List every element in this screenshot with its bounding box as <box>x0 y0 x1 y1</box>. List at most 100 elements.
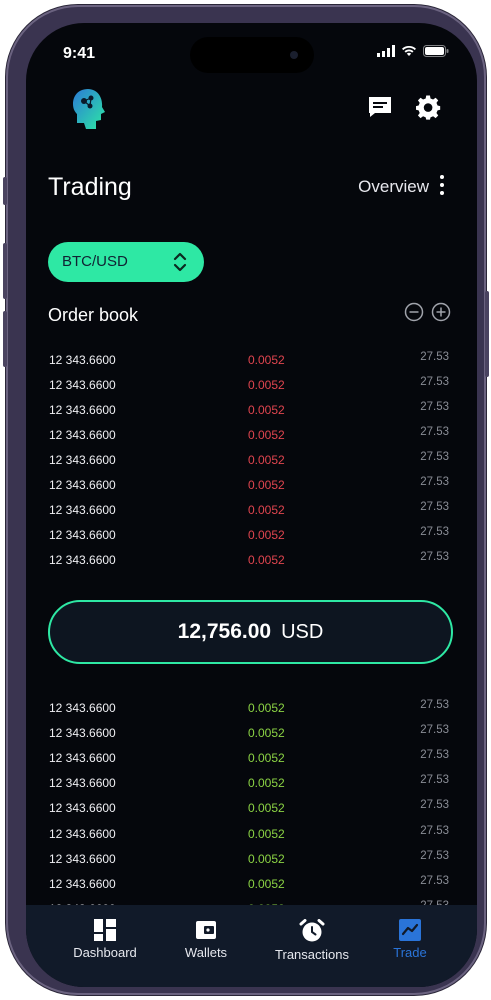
chevron-up-down-icon <box>173 252 187 272</box>
order-total: 27.53 <box>420 551 449 563</box>
overview-link[interactable]: Overview <box>358 177 429 197</box>
order-total: 27.53 <box>420 749 449 762</box>
alarm-clock-icon <box>299 919 325 942</box>
order-row[interactable]: 12 343.6600 0.0052 27.53 <box>26 774 477 796</box>
order-row[interactable]: 12 343.6600 0.0052 27.53 <box>26 825 477 847</box>
order-price: 12 343.6600 <box>49 776 116 791</box>
order-row[interactable]: 12 343.6600 0.0052 27.53 <box>26 401 477 423</box>
order-amount: 0.0052 <box>248 503 285 517</box>
order-price: 12 343.6600 <box>49 751 116 766</box>
page-title: Trading <box>48 173 132 201</box>
minus-circle-icon <box>404 302 424 322</box>
order-row[interactable]: 12 343.6600 0.0052 27.53 <box>26 749 477 771</box>
order-total: 27.53 <box>420 501 449 513</box>
bottom-tab-bar: Dashboard Wallets Transactions Trade <box>26 905 477 987</box>
tab-transactions[interactable]: Transactions <box>262 919 362 962</box>
order-price: 12 343.6600 <box>49 528 116 542</box>
order-amount: 0.0052 <box>248 428 285 442</box>
plus-circle-icon <box>431 302 451 322</box>
order-book-title: Order book <box>48 305 139 325</box>
order-amount: 0.0052 <box>248 528 285 542</box>
order-total: 27.53 <box>420 476 449 488</box>
order-total: 27.53 <box>420 849 449 862</box>
brand-logo[interactable] <box>70 87 108 136</box>
tab-trade[interactable]: Trade <box>360 919 460 960</box>
order-total: 27.53 <box>420 774 449 787</box>
order-total: 27.53 <box>420 351 449 363</box>
status-bar: 9:41 <box>26 23 477 79</box>
order-total: 27.53 <box>420 799 449 812</box>
dashboard-icon <box>94 919 116 941</box>
market-price-value: 12,756.00 <box>177 620 272 643</box>
order-price: 12 343.6600 <box>49 801 116 816</box>
market-price-button[interactable]: 12,756.00 USD <box>48 600 453 664</box>
order-amount: 0.0052 <box>248 876 285 891</box>
order-price: 12 343.6600 <box>49 453 116 467</box>
order-amount: 0.0052 <box>248 851 285 866</box>
mute-switch <box>3 177 7 205</box>
order-row[interactable]: 12 343.6600 0.0052 27.53 <box>26 451 477 473</box>
order-amount: 0.0052 <box>248 453 285 467</box>
order-price: 12 343.6600 <box>49 353 116 367</box>
order-row[interactable]: 12 343.6600 0.0052 27.53 <box>26 874 477 897</box>
volume-up-button <box>3 243 7 299</box>
order-amount: 0.0052 <box>248 776 285 791</box>
wifi-icon <box>402 45 416 56</box>
more-options-icon[interactable] <box>439 175 445 197</box>
tab-label: Trade <box>393 945 427 960</box>
order-row[interactable]: 12 343.6600 0.0052 27.53 <box>26 551 477 573</box>
order-amount: 0.0052 <box>248 801 285 816</box>
order-amount: 0.0052 <box>248 701 285 715</box>
order-amount: 0.0052 <box>248 553 285 567</box>
order-price: 12 343.6600 <box>49 478 116 492</box>
order-total: 27.53 <box>420 526 449 538</box>
status-icons <box>377 45 449 57</box>
order-amount: 0.0052 <box>248 353 285 367</box>
settings-button[interactable] <box>416 95 442 126</box>
order-price: 12 343.6600 <box>49 876 116 891</box>
order-price: 12 343.6600 <box>49 428 116 442</box>
market-price-currency: USD <box>281 620 324 643</box>
volume-down-button <box>3 311 7 367</box>
dynamic-island <box>190 37 314 73</box>
brain-head-logo-icon <box>73 89 105 129</box>
battery-icon <box>423 45 449 57</box>
order-price: 12 343.6600 <box>49 503 116 517</box>
order-row[interactable]: 12 343.6600 0.0052 27.53 <box>26 376 477 398</box>
phone-frame: 9:41 Trading Overview BTC/USD Order book… <box>3 5 489 995</box>
order-price: 12 343.6600 <box>49 826 116 841</box>
order-row[interactable]: 12 343.6600 0.0052 27.53 <box>26 724 477 746</box>
zoom-in-button[interactable] <box>431 302 451 322</box>
order-price: 12 343.6600 <box>49 403 116 417</box>
chat-button[interactable] <box>367 95 393 124</box>
order-row[interactable]: 12 343.6600 0.0052 27.53 <box>26 476 477 498</box>
trade-chart-icon <box>399 919 421 941</box>
tab-label: Wallets <box>184 945 228 960</box>
order-row[interactable]: 12 343.6600 0.0052 27.53 <box>26 501 477 523</box>
status-time: 9:41 <box>63 45 96 62</box>
order-price: 12 343.6600 <box>49 851 116 866</box>
order-price: 12 343.6600 <box>49 378 116 392</box>
pair-selector[interactable]: BTC/USD <box>48 242 204 282</box>
order-amount: 0.0052 <box>248 403 285 417</box>
order-row[interactable]: 12 343.6600 0.0052 27.53 <box>26 526 477 548</box>
order-amount: 0.0052 <box>248 751 285 766</box>
tab-wallets[interactable]: Wallets <box>156 919 256 960</box>
order-total: 27.53 <box>420 874 449 887</box>
order-total: 27.53 <box>420 724 449 737</box>
order-amount: 0.0052 <box>248 478 285 492</box>
wallet-icon <box>196 921 216 939</box>
order-amount: 0.0052 <box>248 726 285 741</box>
order-row[interactable]: 12 343.6600 0.0052 27.53 <box>26 799 477 821</box>
order-total: 27.53 <box>420 376 449 388</box>
order-row[interactable]: 12 343.6600 0.0052 27.53 <box>26 699 477 721</box>
zoom-out-button[interactable] <box>404 302 424 322</box>
cellular-signal-icon <box>377 45 395 57</box>
tab-label: Transactions <box>275 947 349 962</box>
order-row[interactable]: 12 343.6600 0.0052 27.53 <box>26 849 477 872</box>
order-row[interactable]: 12 343.6600 0.0052 27.53 <box>26 351 477 373</box>
order-price: 12 343.6600 <box>49 726 116 741</box>
tab-dashboard[interactable]: Dashboard <box>55 919 155 960</box>
chat-icon <box>369 97 391 117</box>
order-row[interactable]: 12 343.6600 0.0052 27.53 <box>26 426 477 448</box>
